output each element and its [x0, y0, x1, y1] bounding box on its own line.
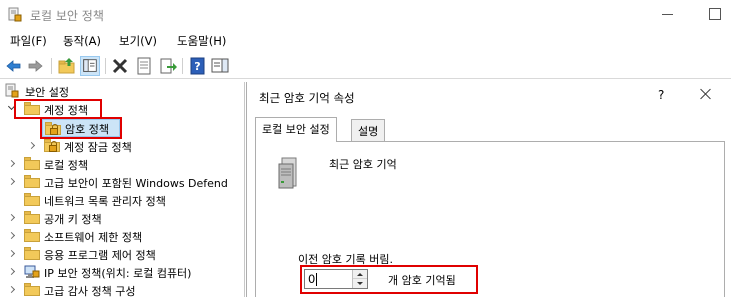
minimize-button[interactable]	[660, 6, 676, 22]
title-bar: 로컬 보안 정책	[0, 0, 731, 30]
tree-item-advanced-audit[interactable]: 고급 감사 정책 구성	[0, 281, 240, 297]
folder-icon	[24, 102, 41, 115]
chevron-right-icon[interactable]	[7, 213, 16, 222]
maximize-button[interactable]	[707, 6, 723, 22]
tree-item-account-policies[interactable]: 계정 정책	[0, 100, 240, 118]
tree-item-label: IP 보안 정책(위치: 로컬 컴퓨터)	[44, 267, 192, 280]
tree-item-label: 소프트웨어 제한 정책	[44, 231, 143, 244]
back-icon[interactable]	[4, 56, 24, 76]
up-folder-icon[interactable]	[57, 56, 77, 76]
menu-view[interactable]: 보기(V)	[119, 33, 157, 49]
action-pane-icon[interactable]	[210, 56, 230, 76]
stepper-unit: 개 암호 기억됨	[388, 274, 456, 287]
locked-folder-icon	[44, 139, 61, 152]
tree-item-ip-security[interactable]: IP 보안 정책(위치: 로컬 컴퓨터)	[0, 263, 240, 281]
dialog-tabs: 로컬 보안 설정 설명	[255, 117, 725, 142]
local-security-policy-icon	[8, 7, 22, 22]
password-history-stepper[interactable]: 0	[304, 269, 368, 289]
toolbar: ?	[0, 53, 731, 79]
spin-up-icon[interactable]	[353, 270, 367, 279]
folder-icon	[24, 193, 41, 206]
tree-pane: 보안 설정 계정 정책 암호 정책 계정 잠금 정책 로컬 정책 고급 보안이 …	[0, 82, 245, 297]
field-label: 이전 암호 기록 버림.	[298, 253, 393, 266]
tree-item-label: 암호 정책	[65, 123, 109, 136]
tree-item-network-list-manager[interactable]: 네트워크 목록 관리자 정책	[0, 191, 240, 209]
chevron-right-icon[interactable]	[7, 231, 16, 240]
menu-file[interactable]: 파일(F)	[10, 33, 47, 49]
show-hide-tree-icon[interactable]	[80, 56, 100, 76]
menu-action[interactable]: 동작(A)	[63, 33, 101, 49]
properties-icon[interactable]	[134, 56, 154, 76]
tree-item-application-control[interactable]: 응용 프로그램 제어 정책	[0, 245, 240, 263]
security-settings-icon	[5, 83, 19, 98]
tab-explain[interactable]: 설명	[351, 119, 386, 141]
tree-item-software-restriction[interactable]: 소프트웨어 제한 정책	[0, 227, 240, 245]
chevron-right-icon[interactable]	[7, 159, 16, 168]
tree-item-label: 계정 잠금 정책	[64, 141, 132, 154]
folder-icon	[24, 157, 41, 170]
chevron-down-icon[interactable]	[7, 102, 16, 111]
chevron-right-icon[interactable]	[7, 177, 16, 186]
ip-security-icon	[24, 265, 40, 278]
menu-help[interactable]: 도움말(H)	[177, 33, 226, 49]
folder-icon	[24, 175, 41, 188]
properties-dialog: 최근 암호 기억 속성 ? 로컬 보안 설정 설명 최근 암호 기억 이전 암호…	[246, 82, 731, 297]
stepper-value[interactable]: 0	[308, 272, 315, 286]
close-icon[interactable]	[700, 88, 712, 100]
tab-local-security-setting[interactable]: 로컬 보안 설정	[255, 117, 337, 142]
help-button[interactable]: ?	[658, 88, 664, 102]
tree-item-label: 고급 보안이 포함된 Windows Defend	[44, 177, 228, 190]
folder-icon	[24, 283, 41, 296]
tree-item-local-policies[interactable]: 로컬 정책	[0, 155, 240, 173]
window-title: 로컬 보안 정책	[30, 9, 104, 23]
tree-item-password-policy[interactable]: 암호 정책	[42, 119, 120, 137]
delete-icon[interactable]	[110, 56, 130, 76]
help-icon[interactable]: ?	[188, 56, 208, 76]
tree-item-windows-defender-firewall[interactable]: 고급 보안이 포함된 Windows Defend	[0, 173, 244, 191]
text-caret	[316, 273, 317, 286]
stepper-buttons	[352, 270, 367, 288]
chevron-right-icon[interactable]	[7, 249, 16, 258]
tree-item-label: 공개 키 정책	[44, 213, 102, 226]
tree-root[interactable]: 보안 설정	[0, 82, 240, 100]
spin-down-icon[interactable]	[353, 279, 367, 288]
export-icon[interactable]	[158, 56, 178, 76]
menu-bar: 파일(F) 동작(A) 보기(V) 도움말(H)	[0, 31, 731, 51]
policy-name: 최근 암호 기억	[329, 158, 397, 171]
folder-icon	[24, 211, 41, 224]
chevron-right-icon[interactable]	[7, 267, 16, 276]
tree-item-label: 네트워크 목록 관리자 정책	[44, 195, 166, 208]
tree-item-label: 로컬 정책	[44, 159, 88, 172]
tree-item-account-lockout-policy[interactable]: 계정 잠금 정책	[0, 137, 240, 155]
svg-text:?: ?	[194, 60, 200, 73]
tab-panel: 최근 암호 기억 이전 암호 기록 버림. 0 개 암호 기억됨	[255, 141, 725, 297]
folder-icon	[24, 229, 41, 242]
chevron-right-icon[interactable]	[27, 141, 36, 150]
tree-item-label: 계정 정책	[44, 104, 88, 117]
locked-folder-icon	[45, 122, 62, 135]
forward-icon[interactable]	[25, 56, 45, 76]
tree-item-label: 고급 감사 정책 구성	[44, 285, 136, 297]
chevron-right-icon[interactable]	[7, 285, 16, 294]
tree-item-label: 응용 프로그램 제어 정책	[44, 249, 156, 262]
folder-icon	[24, 247, 41, 260]
policy-server-icon	[278, 157, 297, 189]
dialog-title: 최근 암호 기억 속성	[259, 91, 355, 105]
tree-item-public-key-policies[interactable]: 공개 키 정책	[0, 209, 240, 227]
